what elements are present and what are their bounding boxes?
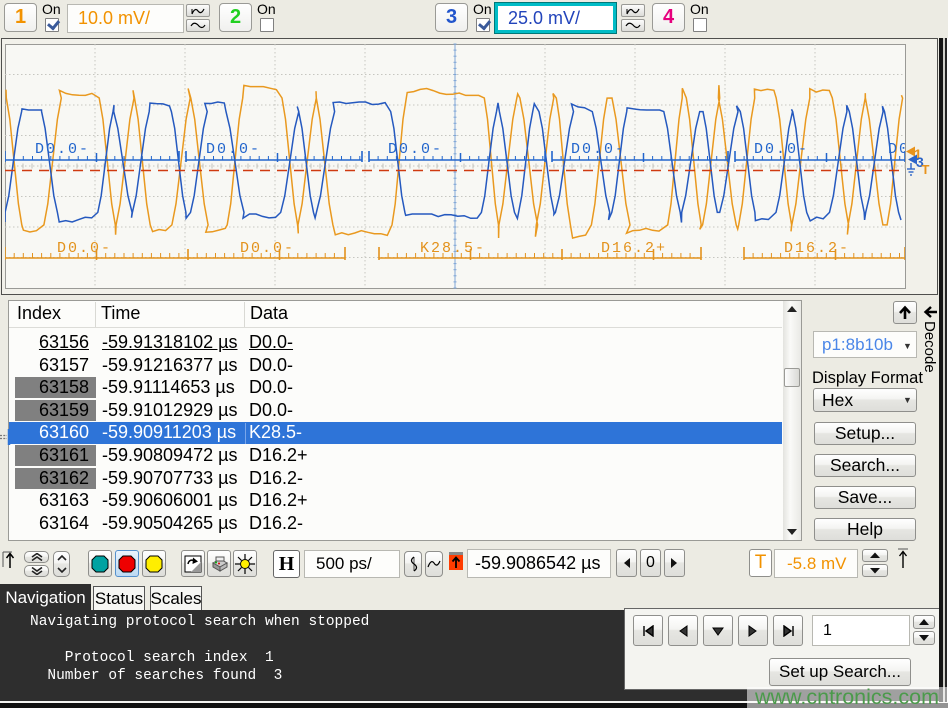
svg-text:K28.5-: K28.5-: [420, 240, 486, 257]
svg-text:D0.0-: D0.0-: [35, 141, 90, 158]
svg-text:T: T: [922, 162, 930, 177]
svg-text:D0.0-: D0.0-: [388, 141, 443, 158]
svg-text:D16.2+: D16.2+: [601, 240, 667, 257]
svg-text:D0.0-: D0.0-: [571, 141, 626, 158]
svg-text:D16.2-: D16.2-: [784, 240, 850, 257]
svg-text:D0.0-: D0.0-: [240, 240, 295, 257]
svg-text:D0.0-: D0.0-: [206, 141, 261, 158]
svg-text:D0.0-: D0.0-: [754, 141, 809, 158]
svg-text:D0.0-: D0.0-: [57, 240, 112, 257]
